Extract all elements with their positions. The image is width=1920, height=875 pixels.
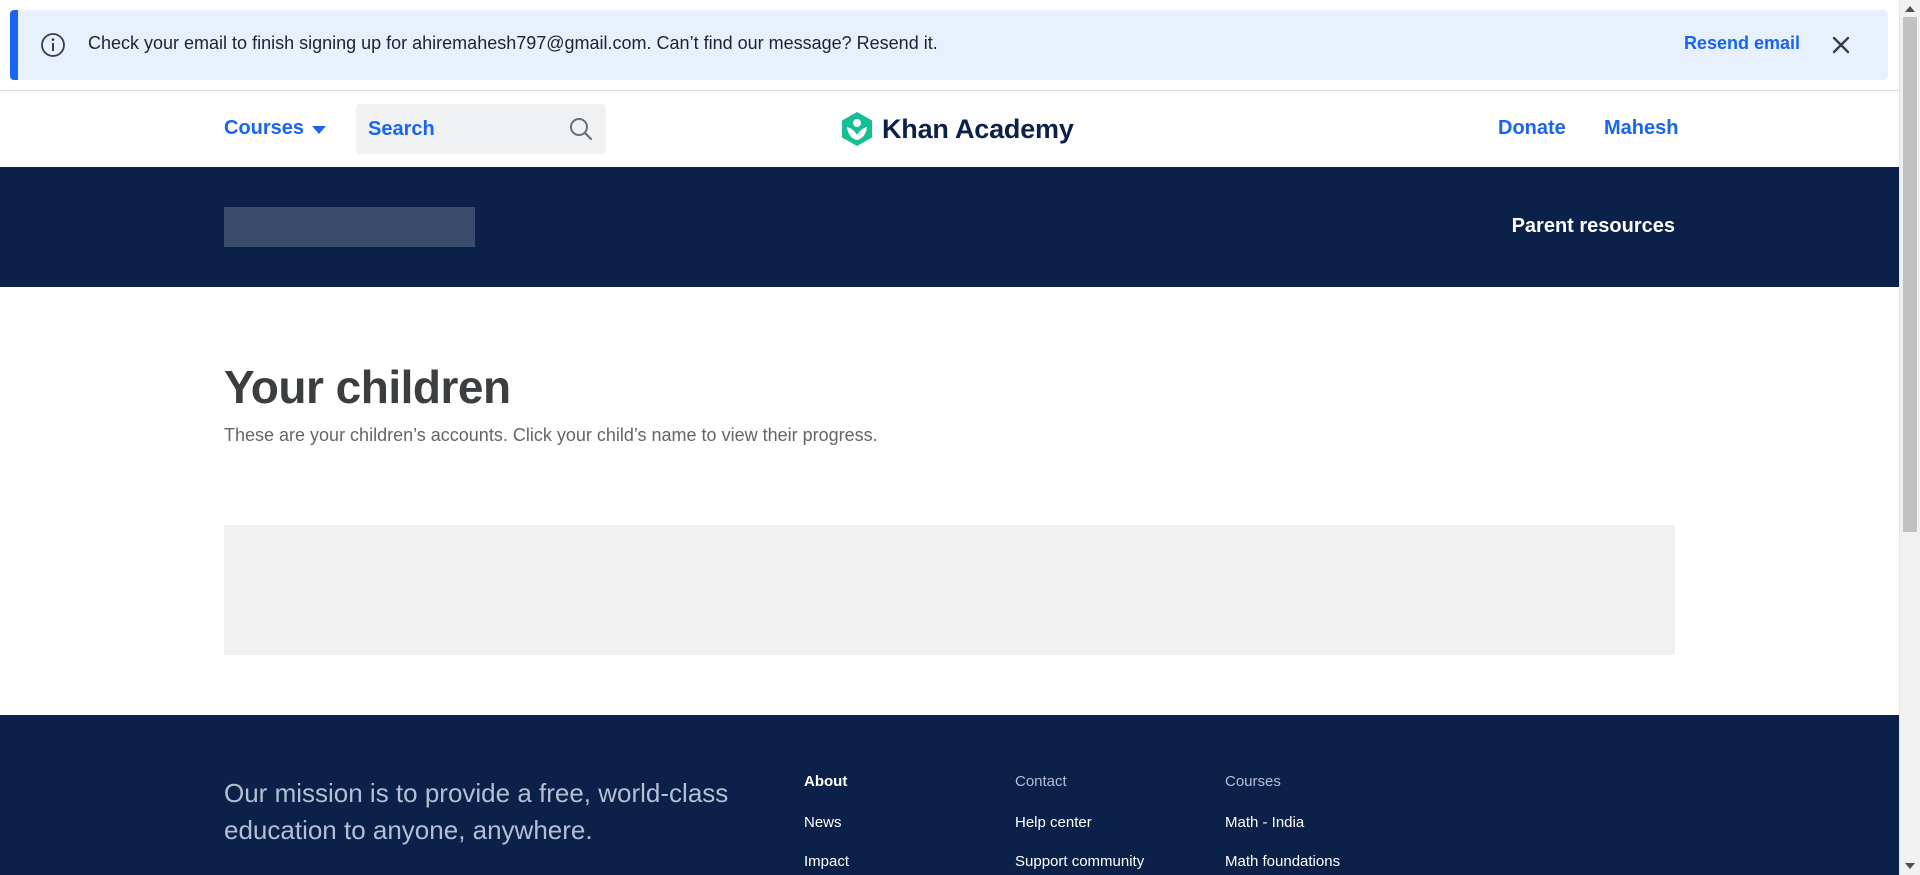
parent-dashboard-band: Parent resources (0, 167, 1899, 287)
courses-menu-button[interactable]: Courses (224, 117, 327, 140)
footer-link-help-center[interactable]: Help center (1015, 814, 1144, 831)
footer-heading-courses: Courses (1225, 773, 1281, 790)
search-input[interactable]: Search (356, 104, 606, 154)
scroll-down-arrow-icon[interactable] (1905, 863, 1915, 869)
caret-down-icon (312, 125, 327, 134)
page: Check your email to finish signing up fo… (0, 0, 1899, 875)
footer-link-impact[interactable]: Impact (804, 853, 849, 870)
footer-heading-contact: Contact (1015, 773, 1067, 790)
banner-message: Check your email to finish signing up fo… (88, 33, 938, 53)
footer-link-math-foundations[interactable]: Math foundations (1225, 853, 1340, 870)
footer-link-math-india[interactable]: Math - India (1225, 814, 1340, 831)
footer-column-about: About News Impact (804, 773, 849, 875)
footer-link-news[interactable]: News (804, 814, 849, 831)
site-footer: Our mission is to provide a free, world-… (0, 715, 1899, 875)
logo-text: Khan Academy (882, 113, 1074, 144)
search-placeholder: Search (368, 118, 435, 140)
user-menu-button[interactable]: Mahesh (1604, 117, 1678, 140)
resend-email-link[interactable]: Resend email (1684, 10, 1800, 80)
page-subtitle: These are your children’s accounts. Clic… (224, 425, 878, 445)
donate-link[interactable]: Donate (1498, 117, 1566, 140)
khan-academy-logo-icon (842, 112, 872, 146)
courses-label: Courses (224, 117, 305, 139)
footer-heading-about: About (804, 773, 848, 790)
footer-column-contact: Contact Help center Support community (1015, 773, 1144, 875)
loading-placeholder (224, 207, 475, 247)
footer-column-courses: Courses Math - India Math foundations (1225, 773, 1340, 875)
search-icon (570, 118, 593, 141)
vertical-scrollbar[interactable] (1899, 0, 1920, 875)
khan-academy-logo[interactable]: Khan Academy (840, 111, 1074, 147)
mission-statement: Our mission is to provide a free, world-… (224, 778, 729, 845)
site-header: Courses Search Khan Academy Donate Mahes… (0, 90, 1899, 167)
scrollbar-thumb[interactable] (1903, 17, 1917, 532)
info-circle-icon (41, 33, 65, 57)
footer-link-support-community[interactable]: Support community (1015, 853, 1144, 870)
email-verification-banner: Check your email to finish signing up fo… (10, 10, 1888, 80)
scroll-up-arrow-icon[interactable] (1905, 6, 1915, 12)
children-list-placeholder (224, 525, 1675, 655)
close-icon[interactable] (1828, 32, 1854, 58)
page-title: Your children (224, 361, 511, 413)
parent-resources-link[interactable]: Parent resources (1512, 215, 1675, 238)
